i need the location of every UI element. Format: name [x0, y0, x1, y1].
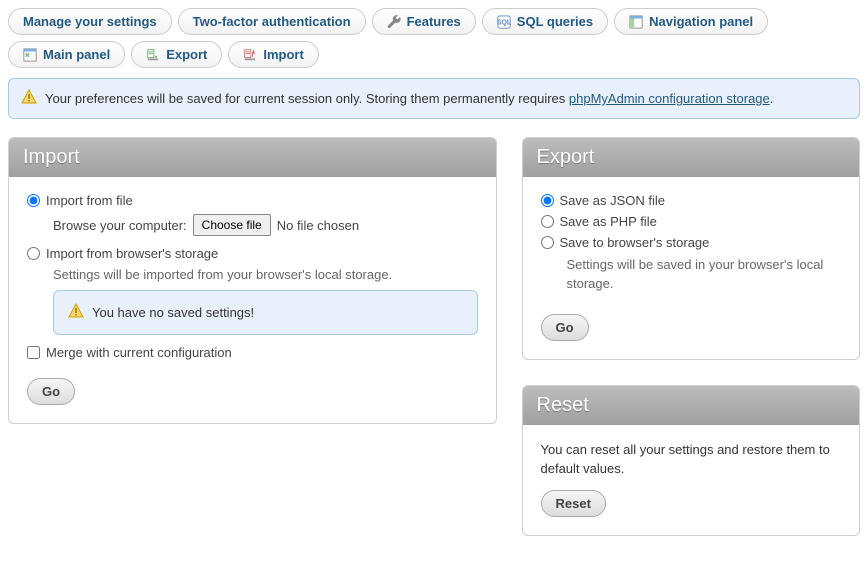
- session-only-alert: Your preferences will be saved for curre…: [8, 78, 860, 119]
- export-php-radio[interactable]: [541, 215, 554, 228]
- warning-icon: [21, 89, 37, 108]
- choose-file-button[interactable]: Choose file: [193, 214, 271, 236]
- layout-icon: [629, 15, 643, 29]
- tab-label: Navigation panel: [649, 14, 753, 29]
- no-saved-settings-notice: You have no saved settings!: [53, 290, 478, 335]
- panel-icon: [23, 48, 37, 62]
- sql-icon: SQL: [497, 15, 511, 29]
- svg-text:SQL: SQL: [497, 19, 511, 26]
- tab-navigation-panel[interactable]: Navigation panel: [614, 8, 768, 35]
- settings-tabs: Manage your settings Two-factor authenti…: [8, 8, 860, 68]
- tab-label: Export: [166, 47, 207, 62]
- storage-import-hint: Settings will be imported from your brow…: [53, 267, 478, 282]
- browse-label: Browse your computer:: [53, 218, 187, 233]
- tab-label: Two-factor authentication: [193, 14, 351, 29]
- tab-manage-settings[interactable]: Manage your settings: [8, 8, 172, 35]
- config-storage-link[interactable]: phpMyAdmin configuration storage: [569, 91, 770, 106]
- panel-title: Export: [523, 138, 860, 177]
- export-storage-radio[interactable]: [541, 236, 554, 249]
- storage-export-hint: Settings will be saved in your browser's…: [567, 256, 842, 294]
- import-panel: Import Import from file Browse your comp…: [8, 137, 497, 424]
- import-from-file-radio[interactable]: [27, 194, 40, 207]
- reset-button[interactable]: Reset: [541, 490, 606, 517]
- notice-text: You have no saved settings!: [92, 305, 254, 320]
- export-icon: [146, 48, 160, 62]
- file-status: No file chosen: [277, 218, 359, 233]
- tab-label: SQL queries: [517, 14, 593, 29]
- tab-two-factor[interactable]: Two-factor authentication: [178, 8, 366, 35]
- tab-label: Manage your settings: [23, 14, 157, 29]
- tab-label: Main panel: [43, 47, 110, 62]
- export-panel: Export Save as JSON file Save as PHP fil…: [522, 137, 861, 360]
- panel-title: Import: [9, 138, 496, 177]
- tab-main-panel[interactable]: Main panel: [8, 41, 125, 68]
- import-from-file-label[interactable]: Import from file: [46, 193, 133, 208]
- merge-label[interactable]: Merge with current configuration: [46, 345, 232, 360]
- export-json-radio[interactable]: [541, 194, 554, 207]
- tab-features[interactable]: Features: [372, 8, 476, 35]
- alert-prefix: Your preferences will be saved for curre…: [45, 91, 569, 106]
- export-json-label[interactable]: Save as JSON file: [560, 193, 666, 208]
- panel-title: Reset: [523, 386, 860, 425]
- alert-suffix: .: [770, 91, 774, 106]
- export-storage-label[interactable]: Save to browser's storage: [560, 235, 710, 250]
- import-go-button[interactable]: Go: [27, 378, 75, 405]
- tab-sql-queries[interactable]: SQL SQL queries: [482, 8, 608, 35]
- import-from-storage-label[interactable]: Import from browser's storage: [46, 246, 218, 261]
- tab-label: Import: [263, 47, 303, 62]
- reset-text: You can reset all your settings and rest…: [541, 441, 842, 479]
- export-go-button[interactable]: Go: [541, 314, 589, 341]
- export-php-label[interactable]: Save as PHP file: [560, 214, 657, 229]
- alert-text: Your preferences will be saved for curre…: [45, 91, 773, 106]
- import-icon: [243, 48, 257, 62]
- import-from-storage-radio[interactable]: [27, 247, 40, 260]
- wrench-icon: [387, 15, 401, 29]
- reset-panel: Reset You can reset all your settings an…: [522, 385, 861, 537]
- merge-checkbox[interactable]: [27, 346, 40, 359]
- tab-import[interactable]: Import: [228, 41, 318, 68]
- tab-label: Features: [407, 14, 461, 29]
- tab-export[interactable]: Export: [131, 41, 222, 68]
- warning-icon: [68, 303, 84, 322]
